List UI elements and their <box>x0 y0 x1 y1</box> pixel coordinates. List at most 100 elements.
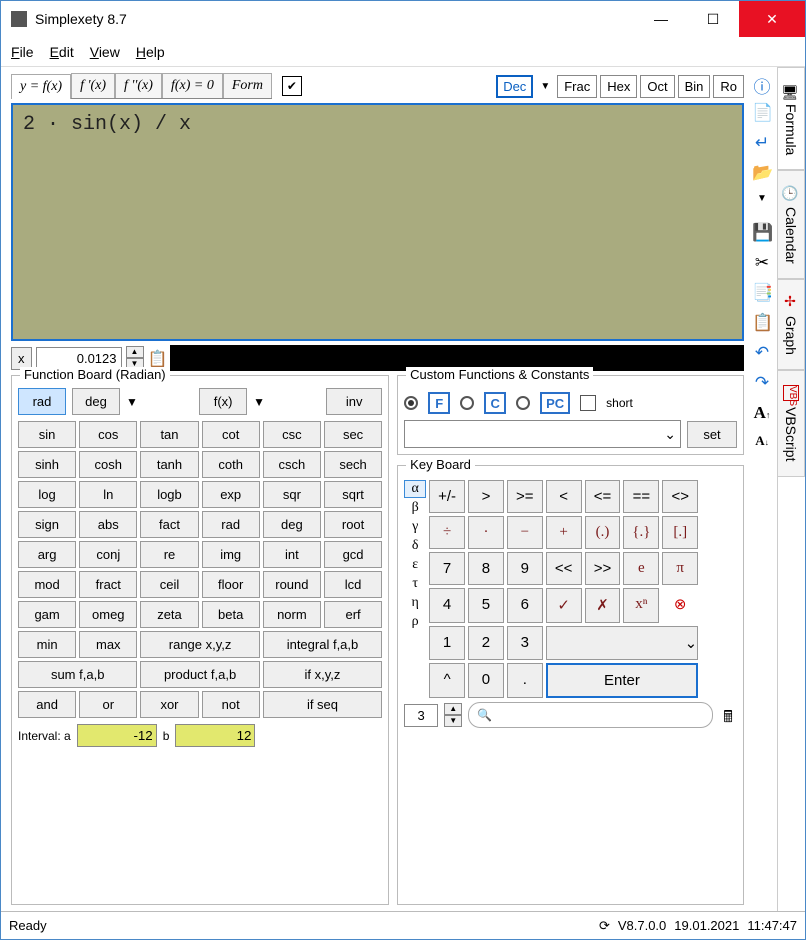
vtab-formula[interactable]: 🖥 Formula <box>778 67 805 170</box>
fn-mod[interactable]: mod <box>18 571 76 598</box>
key-cancel[interactable]: ⊗ <box>662 588 698 623</box>
fn-sin[interactable]: sin <box>18 421 76 448</box>
fn-tanh[interactable]: tanh <box>140 451 198 478</box>
key-[.][interactable]: [.] <box>662 516 698 549</box>
fn-sqr[interactable]: sqr <box>263 481 321 508</box>
vtab-vbscript[interactable]: VBS VBScript <box>778 370 805 476</box>
vtab-graph[interactable]: ✢ Graph <box>778 279 805 370</box>
format-bin[interactable]: Bin <box>678 75 711 98</box>
fn-omeg[interactable]: omeg <box>79 601 137 628</box>
fn-xor[interactable]: xor <box>140 691 198 718</box>
custom-combo[interactable] <box>404 420 681 448</box>
tab-checkbox[interactable]: ✔ <box>282 76 302 96</box>
fn-sec[interactable]: sec <box>324 421 382 448</box>
redo-icon[interactable]: ↷ <box>752 373 772 393</box>
key-8[interactable]: 8 <box>468 552 504 585</box>
info-icon[interactable]: ⓘ <box>752 73 772 93</box>
inv-button[interactable]: inv <box>326 388 382 415</box>
key-pi[interactable]: π <box>662 552 698 585</box>
fn-int[interactable]: int <box>263 541 321 568</box>
new-doc-icon[interactable]: 📄 <box>752 103 772 123</box>
foot-number[interactable]: 3 <box>404 704 438 727</box>
fn-sinh[interactable]: sinh <box>18 451 76 478</box>
key->[interactable]: > <box>468 480 504 513</box>
greek-τ[interactable]: τ <box>404 575 426 593</box>
menu-file[interactable]: File <box>11 44 34 60</box>
key-caret[interactable]: ^ <box>429 663 465 698</box>
key-5[interactable]: 5 <box>468 588 504 623</box>
greek-β[interactable]: β <box>404 499 426 517</box>
key-÷[interactable]: ÷ <box>429 516 465 549</box>
greek-γ[interactable]: γ <box>404 518 426 536</box>
tab-fprime2[interactable]: f ''(x) <box>115 73 162 98</box>
greek-ρ[interactable]: ρ <box>404 613 426 631</box>
fn-max[interactable]: max <box>79 631 137 658</box>
key-9[interactable]: 9 <box>507 552 543 585</box>
font-large-icon[interactable]: A↑ <box>752 403 772 423</box>
menu-view[interactable]: View <box>90 44 120 60</box>
radio-pc[interactable] <box>516 396 530 410</box>
calculator-icon[interactable]: 🖩 <box>719 706 737 724</box>
fn-arg[interactable]: arg <box>18 541 76 568</box>
maximize-button[interactable]: ☐ <box>687 1 739 37</box>
short-checkbox[interactable] <box>580 395 596 411</box>
key->=[interactable]: >= <box>507 480 543 513</box>
fn-sum[interactable]: sum f,a,b <box>18 661 137 688</box>
fn-tan[interactable]: tan <box>140 421 198 448</box>
tab-yfx[interactable]: y = f(x) <box>11 74 71 99</box>
key-enter[interactable]: Enter <box>546 663 698 698</box>
refresh-icon[interactable]: ⟳ <box>599 918 610 934</box>
tab-form[interactable]: Form <box>223 73 272 98</box>
key-2[interactable]: 2 <box>468 626 504 660</box>
font-small-icon[interactable]: A↓ <box>752 433 772 453</box>
fn-ifseq[interactable]: if seq <box>263 691 382 718</box>
mode-dropdown-icon[interactable]: ▼ <box>126 395 138 409</box>
format-frac[interactable]: Frac <box>557 75 597 98</box>
fn-fract[interactable]: fract <box>79 571 137 598</box>
save-icon[interactable]: 💾 <box>752 223 772 243</box>
format-dropdown-icon[interactable]: ▼ <box>536 81 554 92</box>
fn-rad[interactable]: rad <box>202 511 260 538</box>
fn-product[interactable]: product f,a,b <box>140 661 259 688</box>
key-combo[interactable]: ⌄ <box>546 626 698 660</box>
minimize-button[interactable]: — <box>635 1 687 37</box>
paste-icon[interactable]: 📋 <box>752 313 772 333</box>
key-{.}[interactable]: {.} <box>623 516 659 549</box>
fn-cot[interactable]: cot <box>202 421 260 448</box>
fn-cos[interactable]: cos <box>79 421 137 448</box>
fn-img[interactable]: img <box>202 541 260 568</box>
fn-coth[interactable]: coth <box>202 451 260 478</box>
greek-ε[interactable]: ε <box>404 556 426 574</box>
fn-abs[interactable]: abs <box>79 511 137 538</box>
fn-floor[interactable]: floor <box>202 571 260 598</box>
fn-ln[interactable]: ln <box>79 481 137 508</box>
key-−[interactable]: − <box>507 516 543 549</box>
key-3[interactable]: 3 <box>507 626 543 660</box>
key-pow[interactable]: xⁿ <box>623 588 659 623</box>
fn-exp[interactable]: exp <box>202 481 260 508</box>
key-(.)[interactable]: (.) <box>585 516 621 549</box>
format-ro[interactable]: Ro <box>713 75 744 98</box>
interval-a-input[interactable] <box>77 724 157 747</box>
mode-deg[interactable]: deg <box>72 388 120 415</box>
fn-re[interactable]: re <box>140 541 198 568</box>
key-<<[interactable]: << <box>546 552 582 585</box>
fn-sech[interactable]: sech <box>324 451 382 478</box>
key-+/-[interactable]: +/- <box>429 480 465 513</box>
fn-csch[interactable]: csch <box>263 451 321 478</box>
greek-δ[interactable]: δ <box>404 537 426 555</box>
key-<=[interactable]: <= <box>585 480 621 513</box>
fn-ceil[interactable]: ceil <box>140 571 198 598</box>
key-4[interactable]: 4 <box>429 588 465 623</box>
radio-f[interactable] <box>404 396 418 410</box>
radio-c[interactable] <box>460 396 474 410</box>
key-+[interactable]: + <box>546 516 582 549</box>
fn-log[interactable]: log <box>18 481 76 508</box>
vtab-calendar[interactable]: 🕒 Calendar <box>778 170 805 279</box>
format-oct[interactable]: Oct <box>640 75 674 98</box>
fn-cosh[interactable]: cosh <box>79 451 137 478</box>
copy-icon[interactable]: 📋 <box>148 349 166 367</box>
fn-root[interactable]: root <box>324 511 382 538</box>
fn-sign[interactable]: sign <box>18 511 76 538</box>
close-button[interactable]: ✕ <box>739 1 805 37</box>
